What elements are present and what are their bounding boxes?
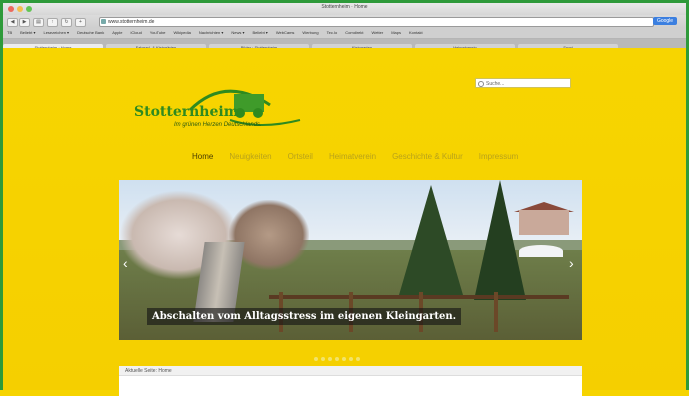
bookmark-item[interactable]: Tec.Io xyxy=(327,30,338,35)
slider-dot[interactable] xyxy=(321,357,325,361)
nav-item-ortsteil[interactable]: Ortsteil xyxy=(288,152,313,161)
bookmark-item[interactable]: Wikipedia xyxy=(174,30,191,35)
slide-fence-post xyxy=(494,292,498,332)
bookmark-item[interactable]: Comdirekt xyxy=(345,30,363,35)
content-box: Aktuelle Seite: Home xyxy=(119,366,582,396)
search-engine-button[interactable]: Google xyxy=(653,17,677,25)
url-input[interactable]: www.stotternheim.de xyxy=(99,17,654,27)
search-icon xyxy=(478,81,484,87)
slide-house xyxy=(519,210,569,235)
slider-dot[interactable] xyxy=(335,357,339,361)
site-search-input[interactable]: Suche... xyxy=(475,78,571,88)
bookmark-item[interactable]: WebCams xyxy=(276,30,295,35)
bookmark-item[interactable]: TB xyxy=(7,30,12,35)
tab-bar: Stotternheim · Home Fahrrad- & Kleingärte… xyxy=(3,39,686,48)
window-title: Stotternheim · Home xyxy=(321,4,368,10)
logo-tagline: Im grünen Herzen Deutschlands. xyxy=(174,122,262,128)
site-icon xyxy=(101,19,106,24)
bookmarks-bar: TB Beliebt ▾ Lesezeichen ▾ Deutsche Bank App… xyxy=(3,28,686,39)
breadcrumb: Aktuelle Seite: Home xyxy=(119,366,582,376)
nav-item-impressum[interactable]: Impressum xyxy=(479,152,519,161)
slide-fir-tree xyxy=(474,180,526,300)
bookmark-item[interactable]: iCloud xyxy=(130,30,141,35)
slider-next-icon[interactable]: › xyxy=(569,256,574,270)
nav-item-geschichte-kultur[interactable]: Geschichte & Kultur xyxy=(392,152,463,161)
add-bookmark-icon[interactable]: + xyxy=(75,18,86,27)
bookmark-item[interactable]: Beliebt ▾ xyxy=(252,30,267,35)
nav-item-heimatverein[interactable]: Heimatverein xyxy=(329,152,376,161)
slider-prev-icon[interactable]: ‹ xyxy=(123,256,128,270)
sidebar-icon[interactable]: ▤ xyxy=(33,18,44,27)
bookmark-item[interactable]: YouTube xyxy=(150,30,166,35)
bookmark-item[interactable]: News ▾ xyxy=(231,30,244,35)
slider-dot[interactable] xyxy=(328,357,332,361)
search-placeholder: Suche... xyxy=(486,81,505,87)
slider-dot[interactable] xyxy=(356,357,360,361)
image-slider[interactable]: ‹ › Abschalten vom Alltagsstress im eige… xyxy=(119,180,582,340)
main-navigation: Home Neuigkeiten Ortsteil Heimatverein Gesch… xyxy=(192,152,534,166)
bookmark-item[interactable]: Wetter xyxy=(372,30,384,35)
bookmark-item[interactable]: Kontakt xyxy=(409,30,423,35)
url-text: www.stotternheim.de xyxy=(108,19,155,25)
bookmark-item[interactable]: Maps xyxy=(391,30,401,35)
bookmark-item[interactable]: Beliebt ▾ xyxy=(20,30,35,35)
bookmark-item[interactable]: Apple xyxy=(112,30,122,35)
slider-dot[interactable] xyxy=(342,357,346,361)
reload-icon[interactable]: ↻ xyxy=(61,18,72,27)
browser-toolbar: ◀ ▶ ▤ ↑ ↻ + www.stotternheim.de Google xyxy=(3,15,686,28)
forward-icon[interactable]: ▶ xyxy=(19,18,30,27)
bookmark-item[interactable]: Lesezeichen ▾ xyxy=(43,30,69,35)
slider-dot[interactable] xyxy=(314,357,318,361)
slider-caption: Abschalten vom Alltagsstress im eigenen … xyxy=(147,308,462,325)
nav-item-neuigkeiten[interactable]: Neuigkeiten xyxy=(229,152,271,161)
bookmark-item[interactable]: Nachrichten ▾ xyxy=(199,30,223,35)
slide-fir-tree xyxy=(399,185,463,295)
bookmark-item[interactable]: Werbung xyxy=(302,30,318,35)
slider-pagination xyxy=(314,348,363,366)
nav-item-home[interactable]: Home xyxy=(192,152,213,161)
title-bar: Stotternheim · Home xyxy=(3,3,686,15)
slide-umbrella xyxy=(519,245,563,257)
back-icon[interactable]: ◀ xyxy=(7,18,18,27)
logo-name: Stotternheim xyxy=(134,104,239,120)
bookmark-item[interactable]: Deutsche Bank xyxy=(77,30,104,35)
web-page: Stotternheim Im grünen Herzen Deutschlan… xyxy=(3,48,686,396)
site-logo[interactable]: Stotternheim Im grünen Herzen Deutschlan… xyxy=(130,80,310,140)
slider-dot[interactable] xyxy=(349,357,353,361)
share-icon[interactable]: ↑ xyxy=(47,18,58,27)
